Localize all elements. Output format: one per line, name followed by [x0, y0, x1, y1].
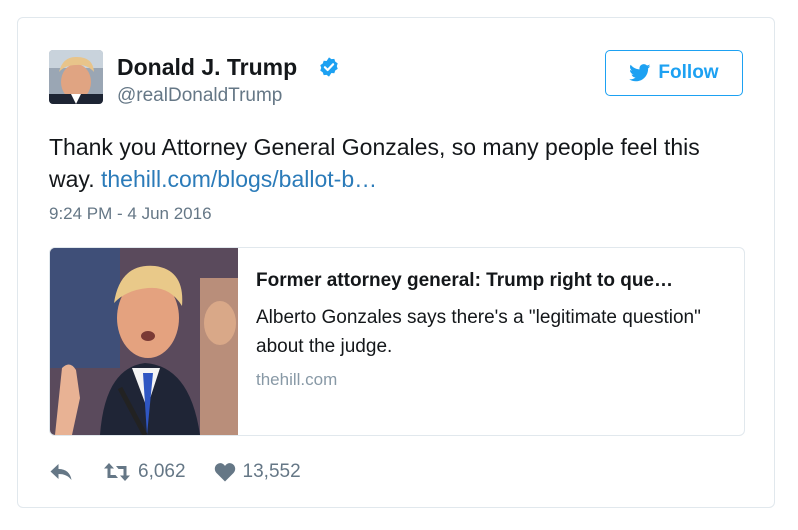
timestamp[interactable]: 9:24 PM - 4 Jun 2016 [49, 204, 212, 224]
like-button[interactable]: 13,552 [214, 461, 301, 483]
author-name[interactable]: Donald J. Trump [117, 54, 297, 81]
tweet-text: Thank you Attorney General Gonzales, so … [49, 131, 749, 195]
avatar[interactable] [49, 50, 103, 104]
heart-icon [214, 463, 235, 482]
twitter-bird-icon [629, 64, 651, 82]
retweet-button[interactable]: 6,062 [103, 461, 186, 483]
follow-label: Follow [658, 62, 719, 83]
link-card-title: Former attorney general: Trump right to … [256, 270, 673, 291]
link-card-domain: thehill.com [256, 370, 338, 389]
follow-button[interactable]: Follow [605, 50, 743, 96]
link-preview-card[interactable]: Former attorney general: Trump right to … [49, 247, 745, 436]
tweet-card: Donald J. Trump @realDonaldTrump Follow … [17, 17, 775, 508]
reply-icon [50, 464, 72, 480]
reply-button[interactable] [49, 463, 73, 481]
like-count: 13,552 [242, 461, 301, 482]
retweet-count: 6,062 [138, 461, 186, 482]
retweet-icon [104, 463, 130, 481]
tweet-link[interactable]: thehill.com/blogs/ballot-b… [101, 166, 377, 192]
tweet-actions: 6,062 13,552 [49, 459, 301, 485]
link-card-description: Alberto Gonzales says there's a "legitim… [256, 307, 701, 357]
verified-badge-icon [320, 57, 338, 77]
author-handle[interactable]: @realDonaldTrump [117, 85, 282, 107]
link-thumbnail-image [50, 248, 238, 435]
